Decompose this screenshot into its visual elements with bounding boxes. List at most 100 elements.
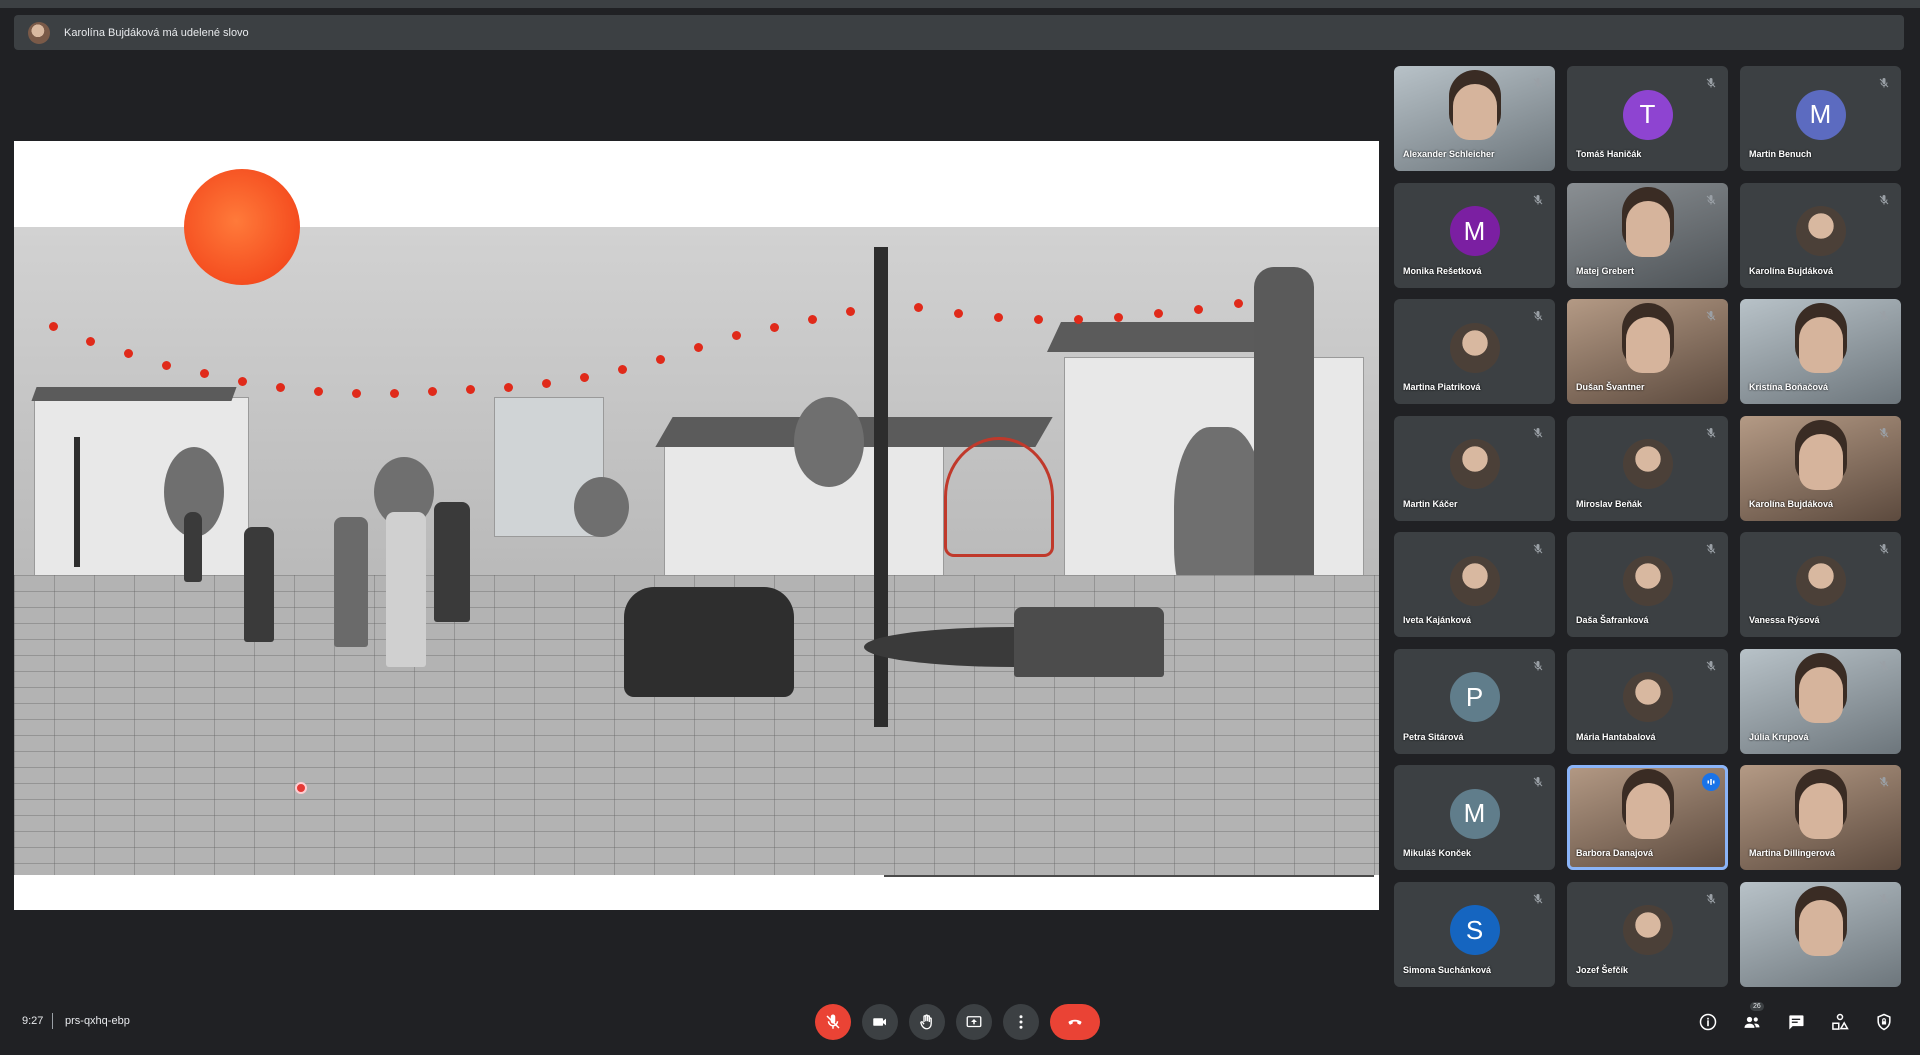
- participant-tile[interactable]: M Martin Benuch: [1740, 66, 1901, 171]
- present-button[interactable]: [956, 1004, 992, 1040]
- roof-left: [31, 387, 237, 401]
- mic-muted-icon: [1702, 657, 1720, 675]
- microphone-off-button[interactable]: [815, 1004, 851, 1040]
- chat-button[interactable]: [1785, 1011, 1807, 1033]
- participant-tile[interactable]: Daša Šafranková: [1567, 532, 1728, 637]
- people-button[interactable]: 26: [1741, 1002, 1764, 1033]
- street-visualization-image: [14, 169, 1379, 877]
- mic-muted-icon: [1702, 307, 1720, 325]
- participant-avatar: [1622, 905, 1673, 955]
- participant-tile[interactable]: Dušan Švantner: [1567, 299, 1728, 404]
- participant-video: [1452, 84, 1497, 140]
- meeting-code: prs-qxhq-ebp: [65, 1015, 130, 1027]
- participant-name: Petra Sitárová: [1403, 731, 1464, 742]
- leave-call-button[interactable]: [1050, 1004, 1100, 1040]
- participant-tile[interactable]: Jozef Šefčík: [1567, 881, 1728, 987]
- person: [434, 502, 470, 622]
- seated-group: [624, 587, 794, 697]
- garland-bulb: [276, 383, 285, 392]
- participant-video: [1798, 666, 1843, 723]
- red-sun-graphic: [184, 169, 300, 285]
- participant-tile[interactable]: Alexander Schleicher: [1394, 66, 1555, 171]
- person: [386, 512, 426, 667]
- shared-presentation: [14, 141, 1379, 910]
- participant-tile[interactable]: Iveta Kajánková: [1394, 532, 1555, 637]
- call-controls: [815, 1004, 1100, 1040]
- participant-avatar: T: [1622, 89, 1673, 140]
- mic-muted-icon: [1529, 74, 1547, 92]
- participant-tile[interactable]: Kristína Boňačová: [1740, 299, 1901, 404]
- participant-tile[interactable]: Matej Grebert: [1567, 182, 1728, 288]
- participant-avatar: [1449, 555, 1500, 606]
- speaking-indicator-icon: [1702, 773, 1720, 791]
- garland-bulb: [162, 361, 171, 370]
- participant-tile[interactable]: Karolína Bujdáková: [1740, 182, 1901, 288]
- mic-muted-icon: [1529, 424, 1547, 442]
- participant-avatar: [1622, 555, 1673, 606]
- participant-avatar: [1449, 322, 1500, 373]
- participant-tile[interactable]: Vanessa Rýsová: [1740, 532, 1901, 637]
- mic-muted-icon: [1875, 657, 1893, 675]
- garland-bulb: [846, 307, 855, 316]
- garland-bulb: [124, 349, 133, 358]
- garland-bulb: [352, 389, 361, 398]
- participant-name: Vanessa Rýsová: [1749, 615, 1820, 625]
- participant-tile[interactable]: Karolína Bujdáková: [1740, 415, 1901, 521]
- presenter-pointer: [295, 782, 307, 794]
- activities-button[interactable]: [1829, 1011, 1851, 1033]
- clock: 9:27: [22, 1015, 44, 1027]
- mic-muted-icon: [1875, 890, 1893, 908]
- participant-avatar: [1622, 439, 1673, 489]
- person: [184, 512, 202, 582]
- participant-name: Daša Šafranková: [1576, 615, 1649, 625]
- participant-name: Simona Suchánková: [1403, 964, 1492, 975]
- participant-video: [1625, 783, 1670, 839]
- participant-tile[interactable]: T Tomáš Haničák: [1567, 66, 1728, 171]
- host-controls-button[interactable]: [1873, 1011, 1895, 1033]
- camera-button[interactable]: [862, 1004, 898, 1040]
- mic-muted-icon: [1529, 890, 1547, 908]
- mic-muted-icon: [1875, 191, 1893, 209]
- garland-bulb: [86, 337, 95, 346]
- top-border: [0, 0, 1920, 8]
- meeting-details-button[interactable]: [1697, 1011, 1719, 1033]
- participant-tile[interactable]: Martina Dillingerová: [1740, 765, 1901, 870]
- speaker-banner: Karolína Bujdáková má udelené slovo: [14, 15, 1904, 50]
- participant-tile[interactable]: [1740, 881, 1901, 987]
- participant-tile[interactable]: P Petra Sitárová: [1394, 648, 1555, 754]
- mic-muted-icon: [1529, 540, 1547, 558]
- more-options-button[interactable]: [1003, 1004, 1039, 1040]
- participant-tile[interactable]: S Simona Suchánková: [1394, 881, 1555, 987]
- participant-tile[interactable]: Mária Hantabalová: [1567, 648, 1728, 754]
- mic-muted-icon: [1875, 307, 1893, 325]
- participant-video: [1798, 317, 1843, 373]
- participant-tile[interactable]: Miroslav Beňák: [1567, 415, 1728, 521]
- tree: [794, 397, 864, 487]
- mic-muted-icon: [1702, 74, 1720, 92]
- shapes-icon: [1832, 1013, 1849, 1030]
- participant-tile[interactable]: M Mikuláš Konček: [1394, 765, 1555, 870]
- participant-tile[interactable]: Júlia Krupová: [1740, 648, 1901, 754]
- raise-hand-button[interactable]: [909, 1004, 945, 1040]
- participant-name: Martin Benuch: [1749, 149, 1812, 159]
- participant-tile[interactable]: Martina Piatriková: [1394, 299, 1555, 404]
- participant-tile[interactable]: Martin Káčer: [1394, 415, 1555, 521]
- garland-bulb: [390, 389, 399, 398]
- info-icon: [1699, 1013, 1717, 1031]
- participant-name: Kristína Boňačová: [1749, 382, 1829, 392]
- garland-bulb: [1034, 315, 1043, 324]
- person: [244, 527, 274, 642]
- garland-bulb: [1074, 315, 1083, 324]
- garland-bulb: [580, 373, 589, 382]
- participant-name: Karolína Bujdáková: [1749, 498, 1834, 509]
- participant-name: Martin Káčer: [1403, 498, 1458, 509]
- fountain-outline: [944, 437, 1054, 557]
- participant-avatar: P: [1449, 672, 1500, 722]
- garland-bulb: [732, 331, 741, 340]
- garland-bulb: [656, 355, 665, 364]
- participant-tile[interactable]: Barbora Danajová: [1567, 765, 1728, 870]
- participant-tile[interactable]: M Monika Rešetková: [1394, 182, 1555, 288]
- participant-name: Alexander Schleicher: [1403, 149, 1495, 159]
- right-toolbar: 26: [1697, 1002, 1895, 1033]
- participant-video: [1625, 200, 1670, 257]
